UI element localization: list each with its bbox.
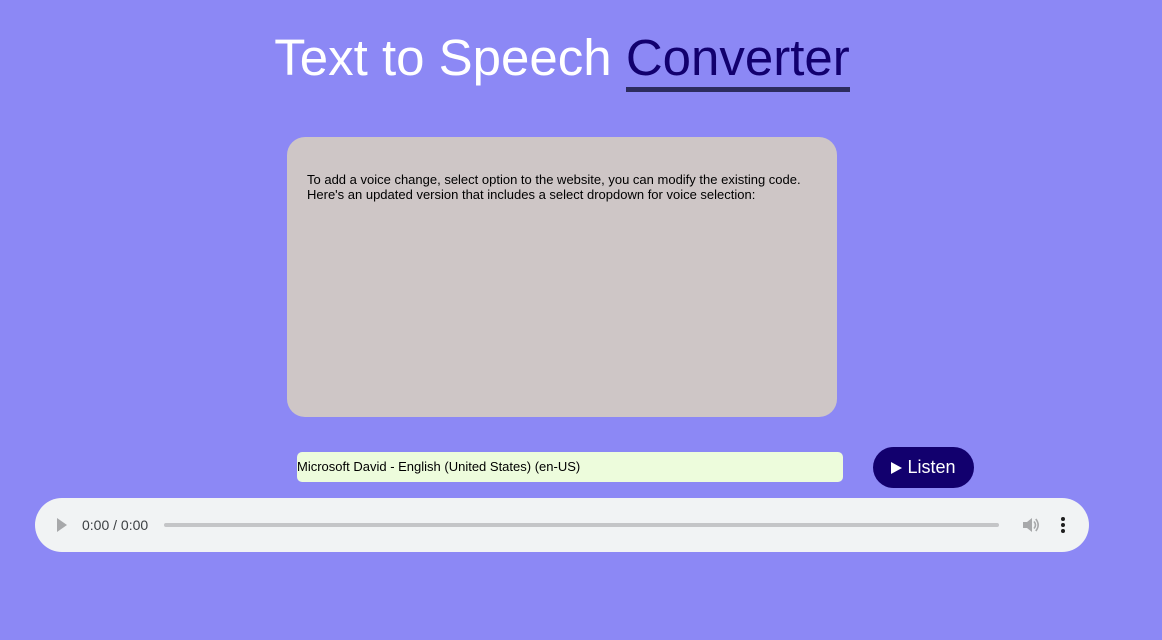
text-input[interactable]: To add a voice change, select option to … <box>287 137 837 417</box>
listen-button[interactable]: Listen <box>873 447 974 488</box>
title-main: Text to Speech <box>274 29 612 86</box>
title-accent: Converter <box>625 29 850 92</box>
audio-progress-track[interactable] <box>164 523 999 527</box>
listen-button-label: Listen <box>907 457 956 477</box>
audio-player: 0:00 / 0:00 <box>35 498 1089 552</box>
page-title: Text to Speech Converter <box>0 28 1124 92</box>
more-vert-icon[interactable] <box>1061 517 1065 533</box>
audio-time: 0:00 / 0:00 <box>82 517 149 533</box>
audio-play-icon[interactable] <box>57 518 67 532</box>
volume-icon[interactable] <box>1022 517 1040 533</box>
play-icon <box>891 461 903 474</box>
voice-select[interactable]: Microsoft David - English (United States… <box>297 452 843 482</box>
